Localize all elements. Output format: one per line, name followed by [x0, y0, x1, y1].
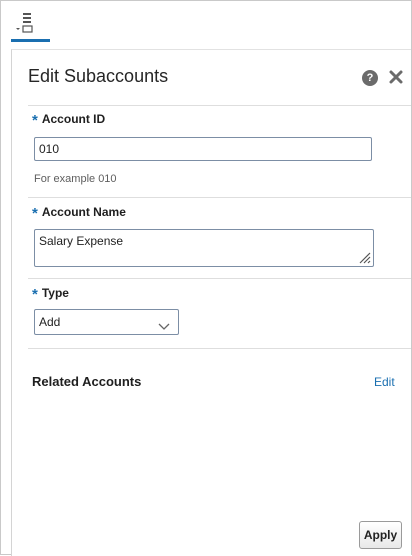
- apply-button[interactable]: Apply: [359, 521, 402, 549]
- type-select[interactable]: Add: [34, 309, 179, 335]
- edit-subaccounts-panel: Edit Subaccounts ? *Account ID For examp…: [11, 49, 411, 556]
- required-asterisk: *: [32, 286, 38, 303]
- account-id-label-text: Account ID: [41, 112, 106, 126]
- account-id-hint: For example 010: [34, 173, 117, 185]
- divider: [28, 348, 411, 349]
- related-accounts-title: Related Accounts: [32, 374, 142, 389]
- type-label: * Type: [32, 286, 69, 303]
- type-label-text: Type: [41, 286, 69, 300]
- divider: [28, 105, 411, 106]
- chevron-down-icon[interactable]: [158, 318, 170, 330]
- account-name-value: Salary Expense: [39, 234, 124, 248]
- window-frame: Edit Subaccounts ? *Account ID For examp…: [0, 0, 412, 556]
- account-name-label-text: Account Name: [41, 205, 126, 219]
- divider: [28, 278, 411, 279]
- account-name-textarea[interactable]: Salary Expense: [34, 229, 374, 267]
- edit-related-accounts-link[interactable]: Edit: [374, 375, 395, 389]
- panel-title: Edit Subaccounts: [28, 66, 169, 86]
- account-name-label: * Account Name: [32, 205, 126, 222]
- divider: [28, 197, 411, 198]
- help-icon[interactable]: ?: [362, 70, 378, 86]
- active-tab-underline: [11, 39, 50, 42]
- resize-grip-icon[interactable]: [357, 250, 371, 264]
- account-id-input[interactable]: [34, 137, 372, 161]
- type-selected-value: Add: [39, 315, 61, 329]
- task-list-icon[interactable]: [15, 12, 39, 34]
- required-asterisk: *: [32, 112, 38, 129]
- top-toolbar: [1, 1, 411, 45]
- account-id-label: * Account ID: [32, 112, 105, 129]
- required-asterisk: *: [32, 205, 38, 222]
- close-icon[interactable]: [388, 69, 404, 85]
